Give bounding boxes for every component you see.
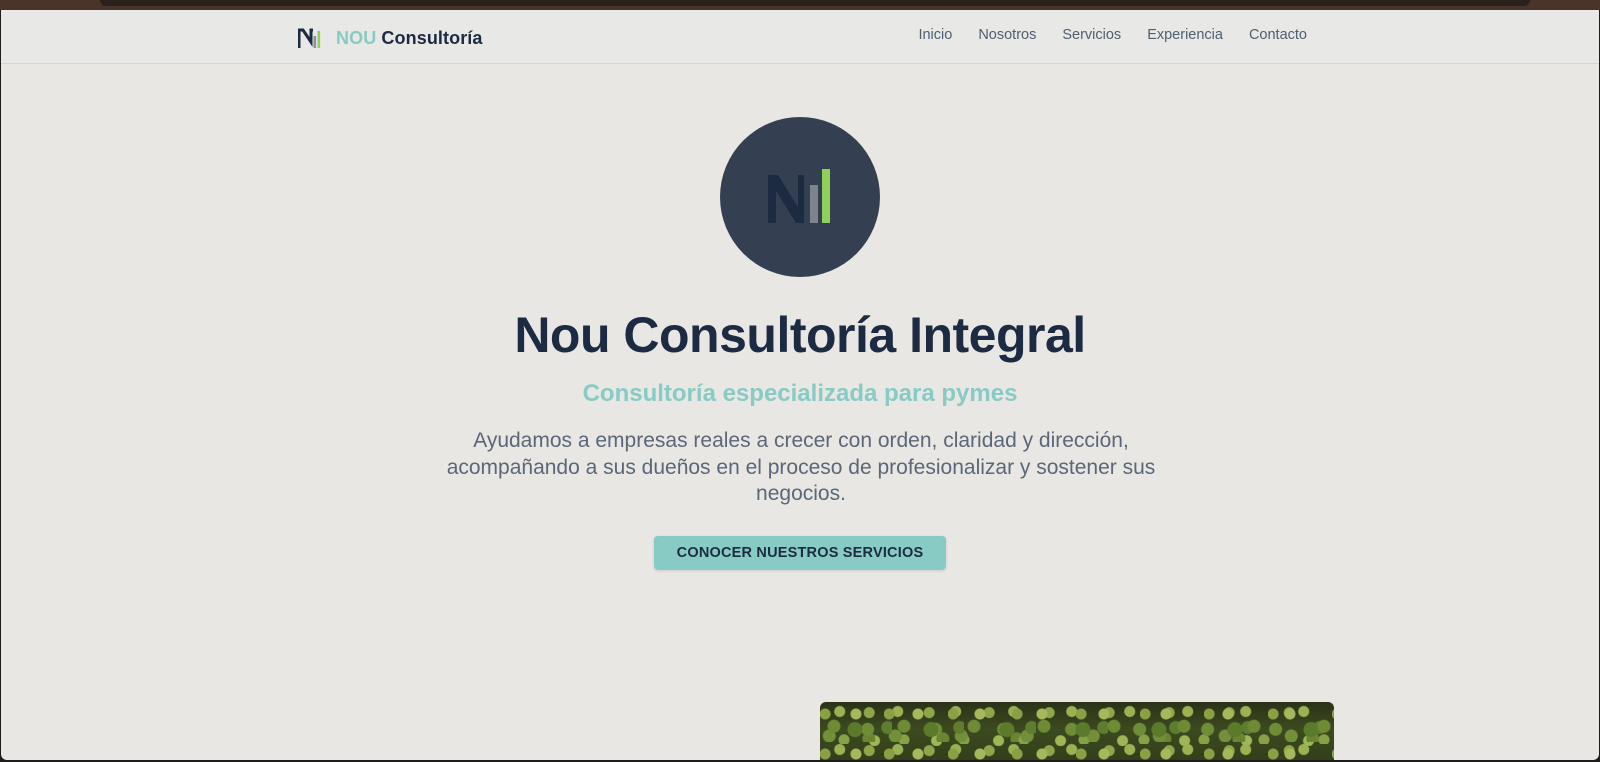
- hero-logo: [720, 117, 880, 277]
- nav-link-nosotros[interactable]: Nosotros: [978, 27, 1036, 43]
- nav-link-servicios[interactable]: Servicios: [1062, 27, 1121, 43]
- page: NOU Consultoría Inicio Nosotros Servicio…: [1, 10, 1599, 760]
- browser-top-strip: [0, 0, 1600, 10]
- navbar: NOU Consultoría Inicio Nosotros Servicio…: [1, 10, 1599, 64]
- main-nav: Inicio Nosotros Servicios Experiencia Co…: [918, 27, 1307, 43]
- browser-top-strip-inner: [100, 0, 1530, 6]
- brand-link[interactable]: NOU Consultoría: [298, 25, 483, 51]
- brand-name: NOU Consultoría: [336, 28, 483, 49]
- nav-link-inicio[interactable]: Inicio: [918, 27, 952, 43]
- nav-link-contacto[interactable]: Contacto: [1249, 27, 1307, 43]
- hero-description: Ayudamos a empresas reales a crecer con …: [446, 429, 1156, 505]
- nou-logo-icon: [298, 28, 321, 48]
- hero-title: Nou Consultoría Integral: [514, 307, 1086, 363]
- hedge-photo: [820, 702, 1334, 760]
- services-cta-button[interactable]: CONOCER NUESTROS SERVICIOS: [654, 536, 946, 570]
- brand-name-highlight: NOU: [336, 27, 377, 48]
- nav-link-experiencia[interactable]: Experiencia: [1147, 27, 1223, 43]
- brand-name-rest: Consultoría: [381, 27, 483, 48]
- nou-logo-icon: [768, 169, 830, 223]
- hero-subtitle: Consultoría especializada para pymes: [582, 380, 1018, 407]
